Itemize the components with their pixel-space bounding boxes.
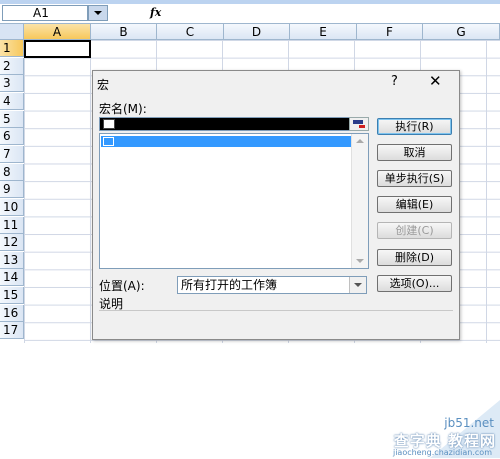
row-header-17[interactable]: 17 [0, 322, 24, 340]
watermark-site: jb51.net [444, 416, 494, 430]
fx-icon[interactable]: fx [150, 6, 161, 19]
row-header-11[interactable]: 11 [0, 216, 24, 234]
macro-name-label: 宏名(M): [99, 102, 147, 116]
name-box-value: A1 [33, 6, 49, 20]
scroll-down-icon[interactable] [356, 259, 364, 263]
create-button[interactable]: 创建(C) [377, 222, 452, 239]
column-header-e[interactable]: E [290, 24, 357, 40]
location-label: 位置(A): [99, 279, 145, 293]
name-box-dropdown-button[interactable] [88, 5, 108, 21]
scroll-up-icon[interactable] [356, 139, 364, 143]
column-header-f[interactable]: F [357, 24, 423, 40]
location-value: 所有打开的工作簿 [181, 278, 278, 292]
row-header-7[interactable]: 7 [0, 145, 24, 163]
row-header-10[interactable]: 10 [0, 198, 24, 216]
chevron-down-icon[interactable] [349, 277, 366, 293]
row-header-9[interactable]: 9 [0, 181, 24, 199]
row-header-15[interactable]: 15 [0, 287, 24, 305]
macro-list-scrollbar[interactable] [351, 134, 368, 268]
step-into-button[interactable]: 单步执行(S) [377, 170, 452, 187]
row-header-2[interactable]: 2 [0, 57, 24, 75]
edit-button[interactable]: 编辑(E) [377, 196, 452, 213]
macro-icon [103, 119, 115, 129]
run-button[interactable]: 执行(R) [377, 118, 452, 135]
row-header-16[interactable]: 16 [0, 304, 24, 322]
column-header-a[interactable]: A [24, 24, 91, 40]
column-header-c[interactable]: C [157, 24, 224, 40]
row-header-4[interactable]: 4 [0, 92, 24, 110]
macro-list-item-selected[interactable] [101, 136, 351, 147]
select-all-corner[interactable] [0, 24, 24, 40]
row-header-12[interactable]: 12 [0, 234, 24, 252]
macro-list[interactable] [99, 133, 369, 269]
delete-button[interactable]: 删除(D) [377, 249, 452, 266]
row-header-8[interactable]: 8 [0, 163, 24, 181]
macro-dialog: 宏 ? ✕ 宏名(M): 执行(R) 取消 单步执行(S) 编辑(E) 创建(C… [92, 70, 460, 340]
range-picker-icon[interactable] [349, 117, 369, 131]
close-icon[interactable]: ✕ [429, 72, 442, 90]
row-header-5[interactable]: 5 [0, 110, 24, 128]
row-header-14[interactable]: 14 [0, 269, 24, 287]
dialog-title: 宏 [97, 78, 110, 92]
row-header-13[interactable]: 13 [0, 251, 24, 269]
formula-bar: A1 fx [0, 4, 500, 24]
column-header-d[interactable]: D [224, 24, 290, 40]
watermark: jb51.net 查字典 教程网 jiaocheng.chazidian.com [360, 400, 500, 459]
active-cell-a1[interactable] [24, 40, 91, 58]
cancel-button[interactable]: 取消 [377, 144, 452, 161]
formula-input[interactable] [166, 5, 498, 21]
column-header-g[interactable]: G [423, 24, 500, 40]
row-header-6[interactable]: 6 [0, 128, 24, 146]
location-select[interactable]: 所有打开的工作簿 [177, 276, 367, 294]
name-box[interactable]: A1 [2, 5, 88, 21]
watermark-url: jiaocheng.chazidian.com [392, 448, 492, 457]
options-button[interactable]: 选项(O)... [377, 275, 452, 292]
macro-item-icon [103, 137, 114, 146]
column-header-b[interactable]: B [91, 24, 157, 40]
help-icon[interactable]: ? [391, 74, 398, 89]
macro-name-input[interactable] [99, 117, 369, 131]
row-header-1[interactable]: 1 [0, 40, 24, 57]
description-divider [99, 310, 453, 311]
row-header-3[interactable]: 3 [0, 75, 24, 93]
